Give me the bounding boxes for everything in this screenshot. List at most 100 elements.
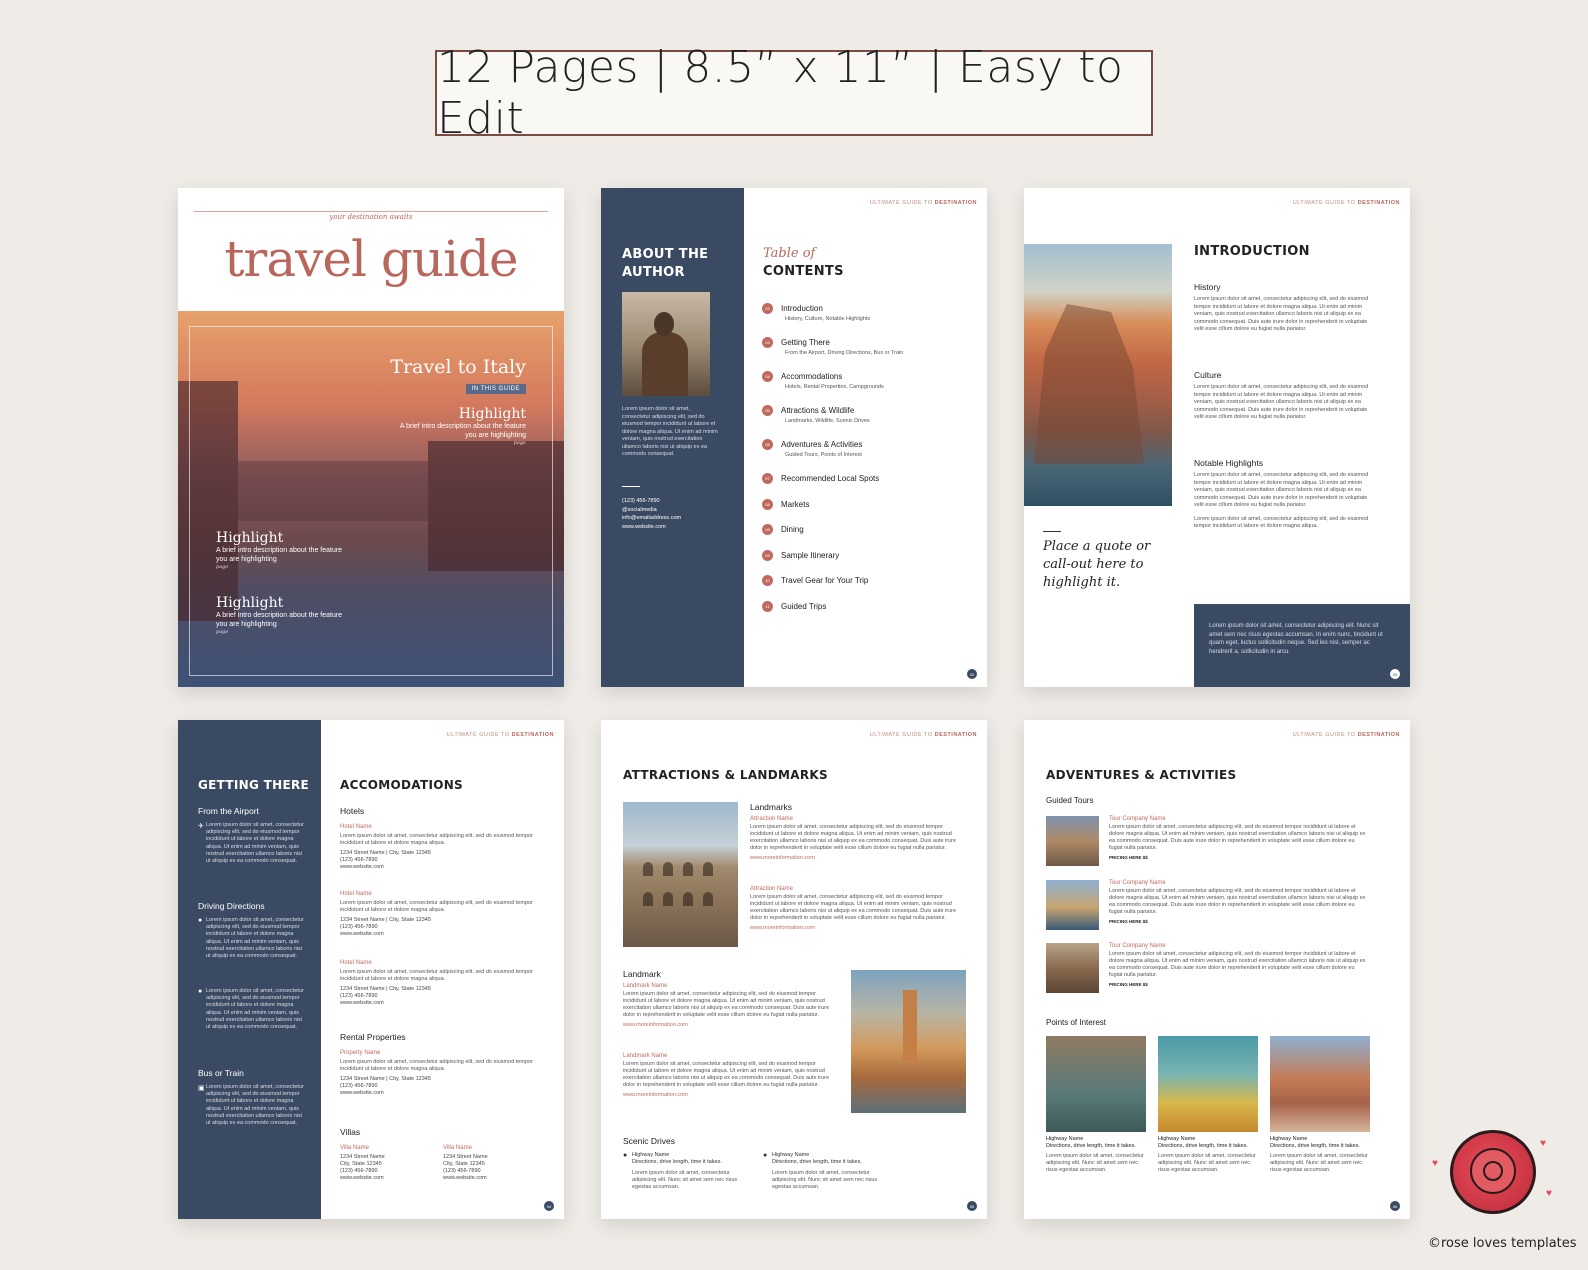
poi-entry: Highway Name Directions, drive length, ti…	[1270, 1036, 1370, 1174]
tour-entry: Tour Company Name Lorem ipsum dolor sit a…	[1046, 943, 1366, 993]
villa-entry: Villa Name 1234 Street Name City, State 1…	[443, 1145, 488, 1181]
driving-text: ● Lorem ipsum dolor sit amet, consectetur…	[198, 988, 304, 1031]
map-pin-icon: ●	[198, 988, 203, 995]
hotel-entry: Hotel Name Lorem ipsum dolor sit amet, co…	[340, 891, 533, 937]
gondola-photo	[1046, 1036, 1146, 1132]
cinque-terre-photo	[1024, 244, 1172, 506]
history-section: History Lorem ipsum dolor sit amet, cons…	[1194, 282, 1370, 334]
highlight-page: page	[513, 440, 526, 446]
heart-icon: ♥	[1546, 1188, 1552, 1199]
intro-page[interactable]: ULTIMATE GUIDE TO DESTINATION Place a qu…	[1024, 188, 1410, 687]
bus-text: ▣ Lorem ipsum dolor sit amet, consectetur…	[198, 1084, 304, 1127]
email: info@emailaddress.com	[622, 515, 682, 521]
toc-item[interactable]: 07 Recommended Local Spots	[762, 473, 972, 499]
toc-script: Table of	[763, 246, 816, 261]
hotels-label: Hotels	[340, 806, 365, 816]
map-pin-icon: ●	[763, 1152, 768, 1159]
hotel-entry: Hotel Name Lorem ipsum dolor sit amet, co…	[340, 960, 533, 1006]
cover-page[interactable]: your destination awaits travel guide Tra…	[178, 188, 564, 687]
florence-photo	[1270, 1036, 1370, 1132]
church-photo	[851, 970, 966, 1113]
toc-item[interactable]: 04 Accommodations Hotels, Rental Propertie…	[762, 371, 972, 405]
toc-heading: CONTENTS	[763, 264, 844, 279]
intro-heading: INTRODUCTION	[1194, 244, 1310, 259]
page-number: 04	[544, 1201, 554, 1211]
getting-there-sidebar: GETTING THERE From the Airport ✈ Lorem ip…	[178, 720, 321, 1219]
author-photo	[622, 292, 710, 396]
section-text: Lorem ipsum dolor sit amet, consectetur …	[1194, 515, 1369, 530]
toc-list: 03 Introduction History, Culture, Notable …	[762, 303, 972, 627]
toc-item[interactable]: 04 Getting There From the Airport, Driving…	[762, 337, 972, 371]
bus-train-label: Bus or Train	[198, 1068, 244, 1078]
attraction-entry: Attraction Name Lorem ipsum dolor sit ame…	[750, 886, 957, 931]
coast-photo	[1158, 1036, 1258, 1132]
author-sidebar: ABOUT THE AUTHOR Lorem ipsum dolor sit a…	[601, 188, 744, 687]
header-tag: ULTIMATE GUIDE TO DESTINATION	[869, 732, 977, 738]
drive-entry: ● Highway Name Directions, drive length, …	[623, 1152, 738, 1190]
property-entry: Property Name Lorem ipsum dolor sit amet,…	[340, 1050, 533, 1096]
header-tag: ULTIMATE GUIDE TO DESTINATION	[1292, 200, 1400, 206]
colosseum-photo	[623, 802, 738, 947]
highlight-1: Highlight A brief intro description abou…	[396, 406, 526, 446]
toc-item[interactable]: 08 Dining	[762, 524, 972, 550]
pull-quote: Place a quote or call-out here to highli…	[1043, 539, 1151, 590]
toc-item[interactable]: 06 Adventures & Activities Guided Tours, P…	[762, 439, 972, 473]
website: www.website.com	[622, 523, 666, 530]
adventures-page[interactable]: ULTIMATE GUIDE TO DESTINATION ADVENTURES…	[1024, 720, 1410, 1219]
tour-photo	[1046, 943, 1099, 993]
banner-text: 12 Pages | 8.5” x 11” | Easy to Edit	[437, 42, 1124, 144]
landmarks-section: Landmarks Attraction Name Lorem ipsum dol…	[750, 802, 965, 861]
in-this-guide-badge: IN THIS GUIDE	[465, 384, 526, 394]
callout-box: Lorem ipsum dolor sit amet, consectetur …	[1194, 604, 1410, 687]
callout-text: Lorem ipsum dolor sit amet, consectetur …	[1209, 623, 1383, 655]
toc-item[interactable]: 03 Introduction History, Culture, Notable …	[762, 303, 972, 337]
brand-text: ©rose loves templates	[1428, 1236, 1577, 1251]
tour-photo	[1046, 880, 1099, 930]
highlight-3: Highlight A brief intro description abou…	[216, 595, 346, 635]
section-title: Culture	[1194, 370, 1222, 380]
toc-item[interactable]: 11 Guided Trips	[762, 600, 972, 627]
brand-logo: ♥ ♥ ♥ ©rose loves templates	[1428, 1128, 1577, 1258]
attractions-heading: ATTRACTIONS & LANDMARKS	[623, 768, 828, 782]
cover-title: travel guide	[224, 230, 518, 288]
contact-info: (123) 456-7890 @socialmedia info@emailad…	[622, 497, 681, 531]
landmark-entry: Landmark Name Lorem ipsum dolor sit amet,…	[623, 1053, 830, 1098]
divider	[622, 486, 640, 487]
tour-entry: Tour Company Name Lorem ipsum dolor sit a…	[1046, 816, 1366, 866]
page-number: 05	[967, 1201, 977, 1211]
highlight-desc: A brief intro description about the feat…	[216, 612, 343, 628]
heart-icon: ♥	[1540, 1138, 1546, 1149]
section-text: Lorem ipsum dolor sit amet, consectetur …	[1194, 472, 1369, 508]
hotel-entry: Hotel Name Lorem ipsum dolor sit amet, co…	[340, 824, 533, 870]
accommodations-heading: ACCOMODATIONS	[340, 778, 463, 792]
page-number: 02	[967, 669, 977, 679]
toc-page[interactable]: ABOUT THE AUTHOR Lorem ipsum dolor sit a…	[601, 188, 987, 687]
header-tag: ULTIMATE GUIDE TO DESTINATION	[1292, 732, 1400, 738]
social: @socialmedia	[622, 506, 657, 513]
plane-icon: ✈	[198, 823, 204, 830]
villa-entry: Villa Name 1234 Street Name City, State 1…	[340, 1145, 385, 1181]
highlight-heading: Highlight	[458, 406, 526, 422]
section-title: Landmarks	[750, 802, 793, 812]
scenic-drives-label: Scenic Drives	[623, 1136, 675, 1146]
tour-photo	[1046, 816, 1099, 866]
getting-there-page[interactable]: GETTING THERE From the Airport ✈ Lorem ip…	[178, 720, 564, 1219]
toc-item[interactable]: 09 Sample Itinerary	[762, 549, 972, 576]
section-title: Landmark	[623, 969, 661, 979]
page-number: 03	[1390, 669, 1400, 679]
highlight-2: Highlight A brief intro description abou…	[216, 530, 346, 570]
toc-item[interactable]: 08 Markets	[762, 498, 972, 525]
map-pin-icon: ●	[198, 917, 203, 924]
about-heading: ABOUT THE AUTHOR	[622, 246, 708, 282]
highlight-heading: Highlight	[216, 530, 284, 546]
toc-item[interactable]: 10 Travel Gear for Your Trip	[762, 575, 972, 601]
heart-icon: ♥	[1432, 1158, 1438, 1169]
getting-there-heading: GETTING THERE	[198, 778, 309, 792]
section-text: Lorem ipsum dolor sit amet, consectetur …	[1194, 296, 1369, 332]
divider	[1043, 531, 1061, 532]
highlight-desc: A brief intro description about the feat…	[216, 547, 343, 563]
toc-item[interactable]: 05 Attractions & Wildlife Landmarks, Wildl…	[762, 405, 972, 439]
attractions-page[interactable]: ULTIMATE GUIDE TO DESTINATION ATTRACTION…	[601, 720, 987, 1219]
about-line: ABOUT THE	[622, 247, 709, 262]
guided-tours-label: Guided Tours	[1046, 796, 1094, 805]
